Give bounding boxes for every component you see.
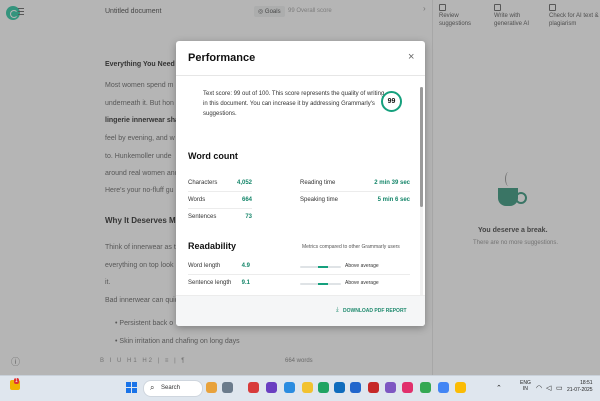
close-icon[interactable]: × [408,51,414,63]
widgets-icon[interactable] [206,382,217,393]
divider [188,208,252,209]
score-description: Text score: 99 out of 100. This score re… [203,91,385,117]
wifi-icon[interactable]: ◠ [536,384,542,392]
app-icon[interactable] [284,382,295,393]
time: 18:51 [580,380,593,386]
app-icon[interactable] [350,382,361,393]
divider [176,75,425,76]
word-length-label: Word length [188,263,221,269]
app-icon[interactable] [385,382,396,393]
dialog-footer: ⤓ DOWNLOAD PDF REPORT [176,295,425,326]
metrics-note: Metrics compared to other Grammarly user… [302,244,400,250]
sentence-length-status: Above average [345,280,379,286]
speaking-time-value: 5 min 6 sec [377,197,410,203]
characters-value: 4,052 [236,180,252,186]
words-value: 664 [241,197,252,203]
word-count-title: Word count [188,151,238,161]
speaking-time-label: Speaking time [300,197,339,203]
edge-browser-icon[interactable] [318,382,329,393]
task-view-icon[interactable] [222,382,233,393]
reading-time-label: Reading time [300,180,336,186]
app-icon[interactable] [368,382,379,393]
search-icon: ⌕ [150,383,155,392]
dialog-title: Performance [188,52,256,64]
app-icon[interactable] [248,382,259,393]
readability-title: Readability [188,241,237,251]
date: 21-07-2025 [567,387,593,393]
divider [188,274,410,275]
sentence-length-value: 9.1 [241,280,250,286]
chrome-icon[interactable] [455,382,466,393]
sentences-label: Sentences [188,214,217,220]
download-pdf-button[interactable]: DOWNLOAD PDF REPORT [343,308,407,314]
app-icon[interactable] [266,382,277,393]
score-badge: 99 [381,91,402,112]
word-length-status: Above average [345,263,379,269]
reading-time-value: 2 min 39 sec [374,180,410,186]
sentence-length-bar [300,283,341,285]
scrollbar-thumb[interactable] [420,87,423,207]
words-label: Words [188,197,206,203]
windows-start-icon[interactable] [126,382,138,394]
store-icon[interactable] [334,382,345,393]
search-label: Search [161,385,181,391]
sentences-value: 73 [245,214,252,220]
clock[interactable]: 18:51 21-07-2025 [567,380,593,394]
chevron-up-icon[interactable]: ⌃ [496,384,502,392]
region-code: IN [522,386,528,392]
divider [188,191,252,192]
instagram-icon[interactable] [402,382,413,393]
download-icon[interactable]: ⤓ [336,307,339,314]
taskbar: 1 ⌕ Search ⌃ ENG IN ◠ ◁ ▭ 18:51 21-07-20… [0,375,600,401]
language-indicator[interactable]: ENG IN [520,380,531,392]
characters-label: Characters [188,180,218,186]
notification-badge: 1 [14,378,19,384]
word-length-value: 4.9 [241,263,250,269]
performance-dialog: Performance × Text score: 99 out of 100.… [176,41,425,326]
sentence-length-label: Sentence length [188,280,232,286]
volume-icon[interactable]: ◁ [546,384,551,392]
taskbar-search[interactable]: ⌕ Search [143,380,203,397]
word-length-bar [300,266,341,268]
file-explorer-icon[interactable] [302,382,313,393]
divider [300,191,410,192]
battery-icon[interactable]: ▭ [556,384,563,392]
chrome-icon[interactable] [438,382,449,393]
chrome-icon[interactable] [420,382,431,393]
